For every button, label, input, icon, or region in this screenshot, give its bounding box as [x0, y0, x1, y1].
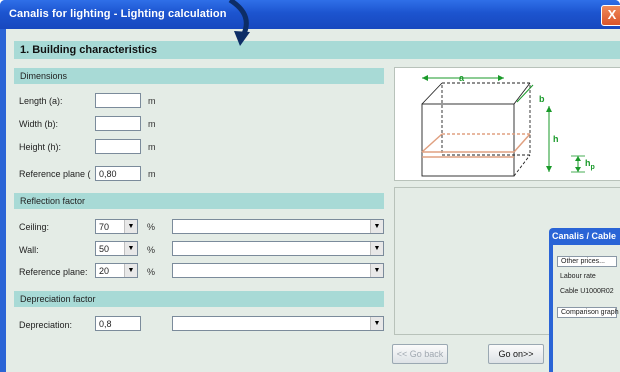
chevron-down-icon[interactable]: ▼ — [124, 264, 137, 277]
depreciation-label: Depreciation: — [19, 320, 73, 330]
second-window[interactable]: Canalis / Cable Other prices... Labour r… — [549, 228, 620, 372]
height-unit: m — [148, 142, 156, 152]
go-back-button[interactable]: << Go back — [392, 344, 448, 364]
chevron-down-icon[interactable]: ▼ — [124, 242, 137, 255]
room-diagram: a b h hp — [394, 67, 620, 181]
second-window-item: Labour rate — [560, 273, 596, 280]
chevron-down-icon[interactable]: ▼ — [370, 220, 383, 233]
ref-unit: % — [147, 267, 156, 277]
length-input[interactable] — [95, 93, 141, 108]
title-bar[interactable]: Canalis for lighting - Lighting calculat… — [0, 0, 620, 29]
ceiling-unit: % — [147, 222, 156, 232]
room-diagram-svg: a b h hp — [421, 73, 595, 177]
edge-line — [513, 154, 531, 177]
ref-label: Reference plane: — [19, 267, 88, 277]
second-window-title: Canalis / Cable — [552, 231, 617, 241]
close-button[interactable]: X — [601, 5, 620, 26]
width-input[interactable] — [95, 116, 141, 131]
back-face — [441, 82, 531, 156]
edge-line — [421, 82, 443, 105]
wall-label: Wall: — [19, 245, 39, 255]
second-window-item: Cable U1000R02 — [560, 288, 614, 295]
ceiling-value: 70 — [99, 222, 110, 232]
chevron-down-icon[interactable]: ▼ — [370, 264, 383, 277]
wall-desc-select[interactable]: ▼ — [172, 241, 384, 256]
ceiling-label: Ceiling: — [19, 222, 50, 232]
depreciation-desc-select[interactable]: ▼ — [172, 316, 384, 331]
arrowhead-icon — [546, 166, 552, 172]
label-b: b — [539, 94, 545, 104]
depreciation-header: Depreciation factor — [14, 291, 384, 307]
width-unit: m — [148, 119, 156, 129]
wall-value: 50 — [99, 244, 110, 254]
plane-line — [513, 133, 531, 153]
dimension-arrow — [516, 84, 534, 103]
arrowhead-icon — [575, 156, 581, 161]
ref-value: 20 — [99, 266, 110, 276]
chevron-down-icon[interactable]: ▼ — [370, 317, 383, 330]
go-on-button[interactable]: Go on>> — [488, 344, 544, 364]
arrowhead-icon — [422, 75, 428, 81]
ceiling-select[interactable]: 70 ▼ — [95, 219, 138, 234]
second-window-item[interactable]: Comparison graph — [557, 307, 619, 318]
refplane-label: Reference plane ( — [19, 169, 91, 179]
label-h: h — [553, 134, 559, 144]
label-hp: hp — [585, 158, 595, 171]
dimensions-header: Dimensions — [14, 68, 384, 84]
refplane-input[interactable]: 0,80 — [95, 166, 141, 181]
ref-select[interactable]: 20 ▼ — [95, 263, 138, 278]
pointer-arrow-icon — [228, 0, 250, 46]
section-title: 1. Building characteristics — [14, 41, 620, 59]
arrowhead-icon — [498, 75, 504, 81]
wall-unit: % — [147, 245, 156, 255]
ceiling-desc-select[interactable]: ▼ — [172, 219, 384, 234]
height-input[interactable] — [95, 139, 141, 154]
refplane-unit: m — [148, 169, 156, 179]
length-label: Length (a): — [19, 96, 63, 106]
reflection-header: Reflection factor — [14, 193, 384, 209]
wall-select[interactable]: 50 ▼ — [95, 241, 138, 256]
second-window-content: Other prices... Labour rate Cable U1000R… — [553, 245, 620, 372]
edge-line — [513, 82, 531, 105]
width-label: Width (b): — [19, 119, 59, 129]
length-unit: m — [148, 96, 156, 106]
main-window: Canalis for lighting - Lighting calculat… — [0, 0, 620, 372]
arrowhead-icon — [575, 167, 581, 172]
second-window-item[interactable]: Other prices... — [557, 256, 617, 267]
window-title: Canalis for lighting - Lighting calculat… — [9, 8, 227, 20]
plane-line — [421, 133, 443, 153]
chevron-down-icon[interactable]: ▼ — [124, 220, 137, 233]
chevron-down-icon[interactable]: ▼ — [370, 242, 383, 255]
depreciation-input[interactable]: 0,8 — [95, 316, 141, 331]
height-label: Height (h): — [19, 142, 62, 152]
client-area: 1. Building characteristics Dimensions L… — [6, 29, 620, 372]
ref-desc-select[interactable]: ▼ — [172, 263, 384, 278]
arrowhead-icon — [546, 106, 552, 112]
